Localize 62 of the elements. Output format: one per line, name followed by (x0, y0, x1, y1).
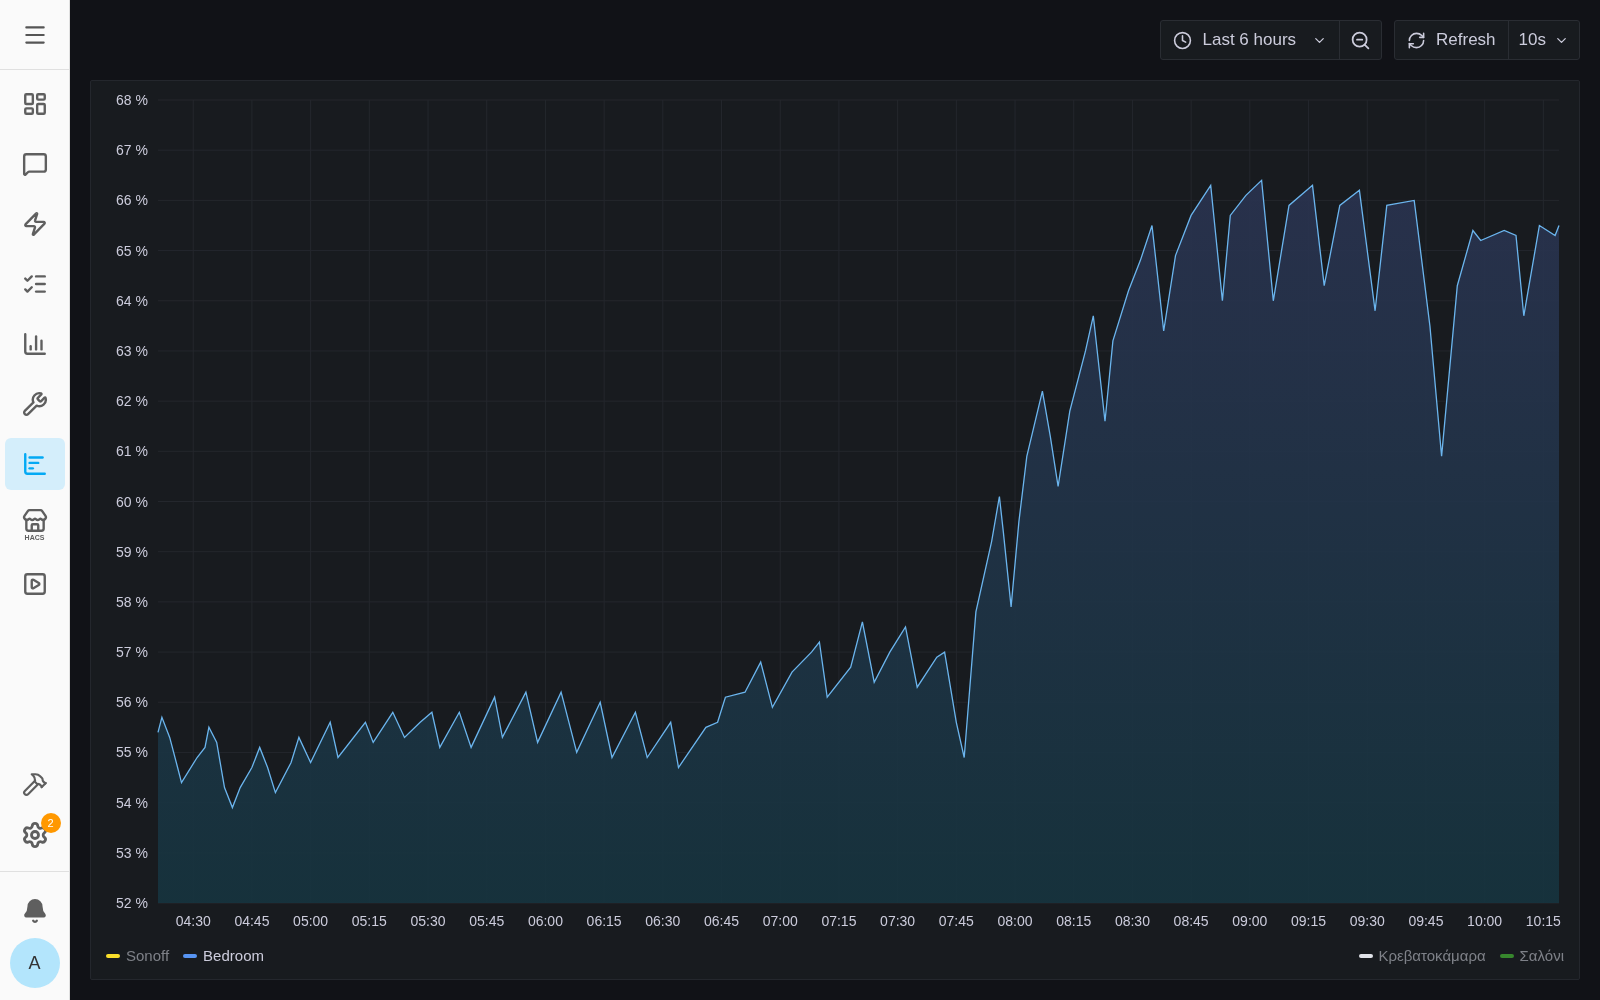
y-axis-label: 62 % (116, 393, 148, 410)
x-axis-label: 07:00 (762, 913, 798, 929)
y-axis-label: 56 % (116, 694, 148, 711)
clock-icon (1173, 30, 1193, 50)
x-axis-label: 09:00 (1232, 913, 1268, 929)
y-axis-label: 60 % (116, 493, 148, 510)
x-axis-label: 05:00 (293, 913, 329, 929)
y-axis-label: 59 % (116, 543, 148, 560)
wrench-icon (21, 391, 48, 417)
refresh-button[interactable]: Refresh (1395, 21, 1509, 59)
x-axis-label: 05:45 (469, 913, 505, 929)
x-axis-label: 05:15 (351, 913, 387, 929)
x-axis-label: 08:15 (1056, 913, 1092, 929)
y-axis-label: 61 % (116, 443, 148, 460)
x-axis-label: 08:30 (1114, 913, 1150, 929)
y-axis-label: 58 % (116, 593, 148, 610)
y-axis-label: 52 % (116, 895, 148, 911)
y-axis-label: 67 % (116, 142, 148, 159)
x-axis-label: 08:45 (1173, 913, 1209, 929)
bell-icon (21, 898, 48, 924)
x-axis-label: 05:30 (410, 913, 446, 929)
y-axis-label: 65 % (116, 242, 148, 259)
hammer-icon (21, 771, 48, 797)
lightning-icon (21, 211, 48, 237)
y-axis-label: 66 % (116, 192, 148, 209)
chart-icon (21, 451, 48, 477)
y-axis-label: 68 % (116, 92, 148, 108)
y-axis-label: 64 % (116, 292, 148, 309)
x-axis-label: 08:00 (997, 913, 1033, 929)
zoom-out-icon (1350, 29, 1372, 51)
y-axis-label: 57 % (116, 644, 148, 661)
legend-item[interactable]: Σαλόνι (1499, 945, 1564, 968)
x-axis-label: 09:15 (1291, 913, 1327, 929)
y-axis-label: 63 % (116, 342, 148, 359)
y-axis-label: 53 % (116, 844, 148, 861)
refresh-interval-picker[interactable]: 10s (1508, 21, 1579, 59)
x-axis-label: 10:00 (1467, 913, 1503, 929)
refresh-icon (1407, 30, 1427, 50)
store-icon (21, 507, 48, 534)
y-axis-label: 54 % (116, 794, 148, 811)
legend-item[interactable]: Bedroom (183, 945, 264, 968)
dashboard-icon (21, 91, 48, 117)
x-axis-label: 07:30 (880, 913, 916, 929)
x-axis-label: 04:45 (234, 913, 270, 929)
bar-chart-icon (21, 331, 48, 357)
media-icon (21, 571, 48, 597)
x-axis-label: 06:30 (645, 913, 681, 929)
gear-icon (20, 821, 49, 849)
legend-item[interactable]: Sonoff (106, 945, 170, 968)
x-axis-label: 06:15 (586, 913, 622, 929)
user-avatar[interactable]: A (9, 938, 60, 988)
x-axis-label: 10:15 (1525, 913, 1561, 929)
x-axis-label: 07:45 (938, 913, 974, 929)
x-axis-label: 04:30 (175, 913, 211, 929)
legend-item[interactable]: Κρεβατοκάμαρα (1358, 945, 1486, 968)
x-axis-label: 06:45 (704, 913, 740, 929)
x-axis-label: 07:15 (821, 913, 857, 929)
x-axis-label: 09:30 (1349, 913, 1385, 929)
y-axis-label: 55 % (116, 744, 148, 761)
x-axis-label: 06:00 (527, 913, 563, 929)
x-axis-label: 09:45 (1408, 913, 1444, 929)
notification-badge: 2 (40, 813, 61, 833)
